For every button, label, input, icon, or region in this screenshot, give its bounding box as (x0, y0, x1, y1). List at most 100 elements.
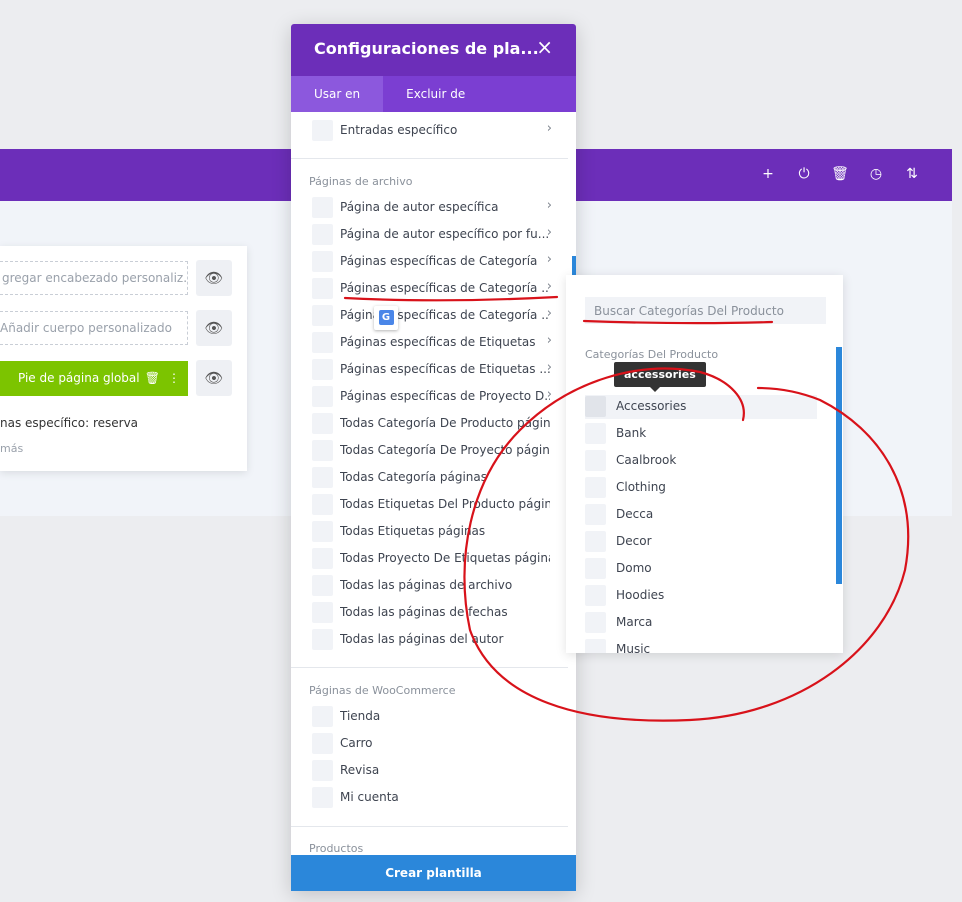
checkbox[interactable] (585, 585, 606, 606)
chevron-right-icon[interactable]: › (547, 198, 552, 213)
eye-icon[interactable]: 👁 (196, 310, 232, 346)
chevron-right-icon[interactable]: › (547, 333, 552, 348)
category-item[interactable]: Hoodies (585, 584, 817, 608)
category-item[interactable]: Caalbrook (585, 449, 817, 473)
trash-icon[interactable]: 🗑 (830, 164, 850, 184)
checkbox[interactable] (312, 494, 333, 515)
option-item[interactable]: Todas Etiquetas Del Producto páginas (312, 494, 556, 516)
option-item[interactable]: Páginas específicas de Categoría › (312, 251, 556, 273)
option-label: Páginas específicas de Categoría (340, 254, 538, 268)
option-label: Todas Categoría De Producto páginas (340, 416, 550, 430)
power-icon[interactable]: ⏻ (794, 164, 814, 184)
footer-button[interactable]: Pie de página global 🗑 ⋮ (0, 361, 188, 396)
checkbox[interactable] (312, 305, 333, 326)
option-item[interactable]: Todas las páginas del autor (312, 629, 556, 651)
checkbox[interactable] (312, 548, 333, 569)
checkbox[interactable] (312, 332, 333, 353)
checkbox[interactable] (312, 120, 333, 141)
plus-icon[interactable]: + (758, 164, 778, 184)
body-field[interactable]: Añadir cuerpo personalizado (0, 311, 188, 345)
option-item[interactable]: Carro (312, 733, 556, 755)
checkbox[interactable] (585, 423, 606, 444)
eye-icon[interactable]: 👁 (196, 260, 232, 296)
option-item[interactable]: Páginas específicas de Proyecto D... › (312, 386, 556, 408)
category-item[interactable]: Domo (585, 557, 817, 581)
option-item[interactable]: Páginas específicas de Etiquetas ... › (312, 359, 556, 381)
more-icon[interactable]: ⋮ (168, 361, 180, 396)
option-label: Tienda (340, 709, 381, 723)
chevron-right-icon[interactable]: › (547, 121, 552, 136)
category-item[interactable]: Decor (585, 530, 817, 554)
chevron-right-icon[interactable]: › (547, 360, 552, 375)
checkbox[interactable] (585, 504, 606, 525)
option-item[interactable]: Todas Categoría páginas (312, 467, 556, 489)
option-item[interactable]: Todas las páginas de fechas (312, 602, 556, 624)
option-item[interactable]: Tienda (312, 706, 556, 728)
category-label: Music (616, 642, 651, 653)
checkbox[interactable] (312, 575, 333, 596)
option-item[interactable]: Todas Proyecto De Etiquetas páginas (312, 548, 556, 570)
option-item[interactable]: Mi cuenta (312, 787, 556, 809)
trash-icon[interactable]: 🗑 (145, 361, 160, 396)
option-item[interactable]: Todas Etiquetas páginas (312, 521, 556, 543)
tab-exclude-from[interactable]: Excluir de (383, 76, 488, 112)
more-link[interactable]: más (0, 442, 23, 455)
option-specific-posts[interactable]: Entradas específico › (312, 120, 556, 142)
checkbox[interactable] (312, 413, 333, 434)
checkbox[interactable] (312, 787, 333, 808)
checkbox[interactable] (585, 612, 606, 633)
checkbox[interactable] (585, 639, 606, 653)
option-label: Entradas específico (340, 123, 458, 137)
chevron-right-icon[interactable]: › (547, 252, 552, 267)
checkbox[interactable] (312, 251, 333, 272)
option-item[interactable]: Página de autor específico por fu... › (312, 224, 556, 246)
chevron-right-icon[interactable]: › (547, 225, 552, 240)
checkbox[interactable] (585, 477, 606, 498)
category-item[interactable]: Marca (585, 611, 817, 635)
checkbox[interactable] (312, 467, 333, 488)
category-item[interactable]: Clothing (585, 476, 817, 500)
option-item[interactable]: Revisa (312, 760, 556, 782)
checkbox[interactable] (312, 224, 333, 245)
option-item[interactable]: Todas Categoría De Producto páginas (312, 413, 556, 435)
checkbox[interactable] (312, 197, 333, 218)
history-icon[interactable]: ◷ (866, 164, 886, 184)
checkbox[interactable] (312, 733, 333, 754)
option-item[interactable]: Todas las páginas de archivo (312, 575, 556, 597)
checkbox[interactable] (585, 531, 606, 552)
sort-icon[interactable]: ⇅ (902, 164, 922, 184)
checkbox[interactable] (312, 278, 333, 299)
checkbox[interactable] (312, 521, 333, 542)
create-template-button[interactable]: Crear plantilla (291, 855, 576, 891)
close-icon[interactable]: × (536, 37, 553, 57)
option-item[interactable]: Páginas específicas de Categoría ... › (312, 305, 556, 327)
checkbox[interactable] (585, 558, 606, 579)
option-item[interactable]: Todas Categoría De Proyecto páginas (312, 440, 556, 462)
option-item[interactable]: Páginas específicas de Categoría ... › (312, 278, 556, 300)
category-item[interactable]: Bank (585, 422, 817, 446)
chevron-right-icon[interactable]: › (547, 279, 552, 294)
categories-scrollbar[interactable] (836, 347, 842, 584)
checkbox[interactable] (312, 760, 333, 781)
tab-use-on[interactable]: Usar en (291, 76, 384, 112)
chevron-right-icon[interactable]: › (547, 387, 552, 402)
translate-icon[interactable]: G (374, 306, 398, 330)
category-item[interactable]: Music (585, 638, 817, 653)
checkbox[interactable] (312, 602, 333, 623)
checkbox[interactable] (312, 706, 333, 727)
footer-label: Pie de página global (18, 371, 140, 385)
header-field[interactable]: gregar encabezado personaliz... (0, 261, 188, 295)
checkbox[interactable] (312, 359, 333, 380)
category-search-input[interactable] (585, 297, 826, 324)
category-item[interactable]: Accessories (585, 395, 817, 419)
option-item[interactable]: Páginas específicas de Etiquetas › (312, 332, 556, 354)
checkbox[interactable] (312, 629, 333, 650)
chevron-right-icon[interactable]: › (547, 306, 552, 321)
checkbox[interactable] (312, 386, 333, 407)
checkbox[interactable] (312, 440, 333, 461)
checkbox[interactable] (585, 450, 606, 471)
eye-icon[interactable]: 👁 (196, 360, 232, 396)
category-item[interactable]: Decca (585, 503, 817, 527)
option-item[interactable]: Página de autor específica › (312, 197, 556, 219)
checkbox[interactable] (585, 396, 606, 417)
